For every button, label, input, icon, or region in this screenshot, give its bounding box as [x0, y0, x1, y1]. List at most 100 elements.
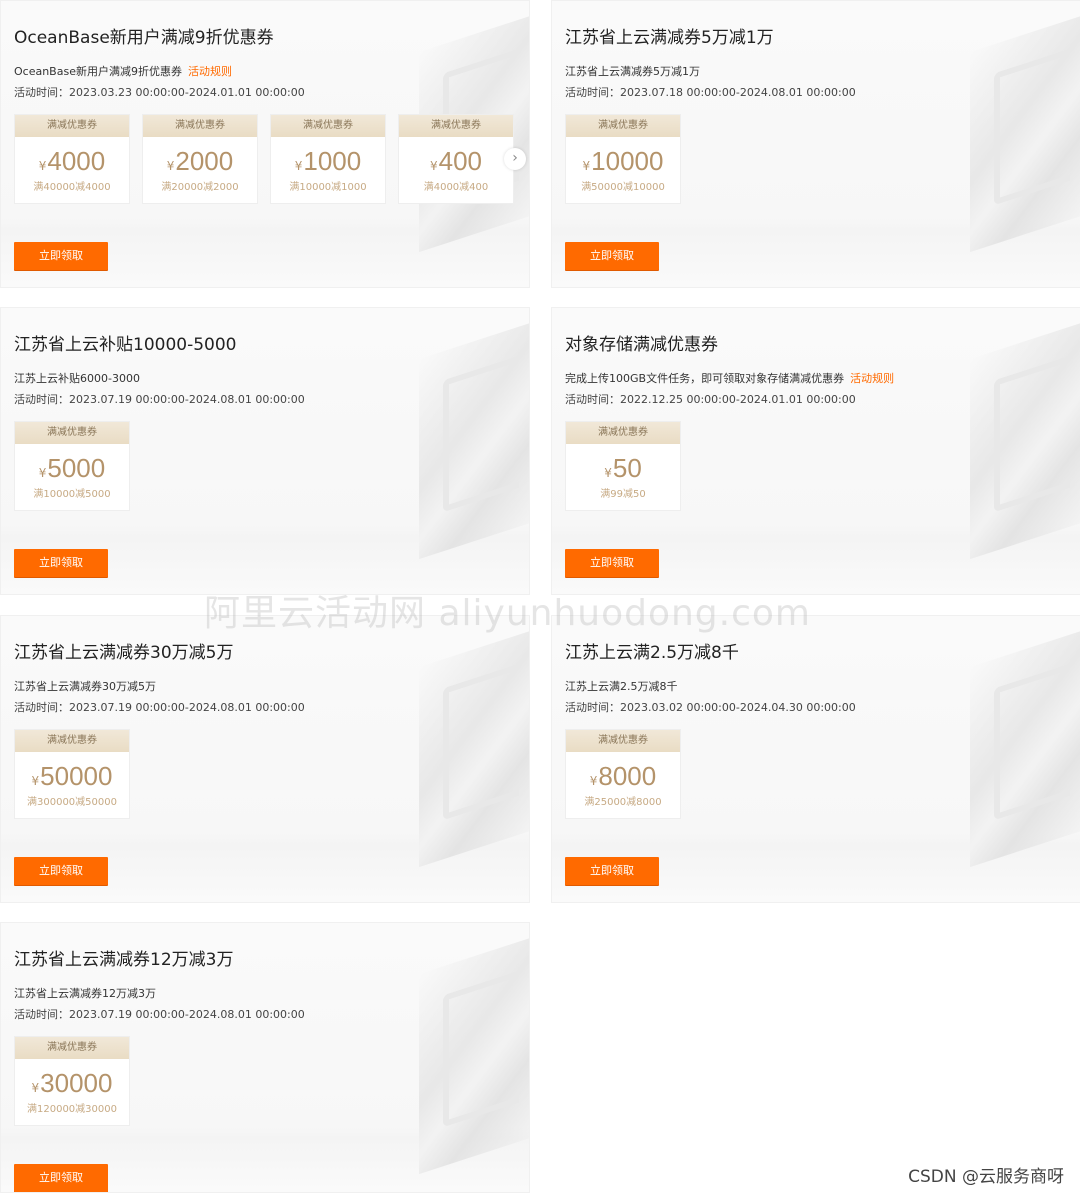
card-description: 完成上传100GB文件任务，即可领取对象存储满减优惠券 活动规则	[565, 370, 894, 386]
activity-period: 活动时间：2022.12.25 00:00:00-2024.01.01 00:0…	[565, 393, 856, 406]
coupon-item[interactable]: 满减优惠券 ¥2000 满20000减2000	[142, 114, 258, 204]
claim-button[interactable]: 立即领取	[565, 242, 659, 270]
activity-period: 活动时间：2023.07.18 00:00:00-2024.08.01 00:0…	[565, 86, 856, 99]
coupon-type-label: 满减优惠券	[566, 422, 680, 444]
coupon-amount: ¥30000	[15, 1068, 129, 1098]
coupon-amount: ¥2000	[143, 146, 257, 176]
coupon-amount-value: 8000	[598, 761, 657, 791]
coupon-card: OceanBase新用户满减9折优惠券 OceanBase新用户满减9折优惠券 活动…	[0, 0, 530, 288]
coupon-type-label: 满减优惠券	[15, 1037, 129, 1059]
coupon-amount-value: 1000	[303, 146, 362, 176]
coupon-type-label: 满减优惠券	[15, 115, 129, 137]
coupon-card: 江苏省上云满减券5万减1万 江苏省上云满减券5万减1万 活动时间：2023.07.1…	[551, 0, 1080, 288]
coupon-amount: ¥8000	[566, 761, 680, 791]
watermark-text: 阿里云活动网 aliyunhuodong.com	[204, 593, 811, 634]
claim-button[interactable]: 立即领取	[565, 857, 659, 885]
chevron-right-icon[interactable]: ›	[504, 148, 526, 170]
coupon-card: 江苏省上云满减券12万减3万 江苏省上云满减券12万减3万 活动时间：2023.07…	[0, 922, 530, 1193]
claim-button[interactable]: 立即领取	[14, 242, 108, 270]
activity-rules-link[interactable]: 活动规则	[188, 65, 232, 78]
currency-symbol: ¥	[31, 774, 40, 788]
coupon-item[interactable]: 满减优惠券 ¥10000 满50000减10000	[565, 114, 681, 204]
coupon-condition: 满4000减400	[423, 182, 489, 193]
currency-symbol: ¥	[429, 159, 438, 173]
decorative-graphic	[443, 355, 519, 513]
coupon-type-label: 满减优惠券	[399, 115, 513, 137]
coupon-condition: 满20000减2000	[161, 182, 239, 193]
activity-rules-link[interactable]: 活动规则	[850, 372, 894, 385]
coupon-item[interactable]: 满减优惠券 ¥50000 满300000减50000	[14, 729, 130, 819]
coupon-amount-value: 10000	[591, 146, 664, 176]
coupon-amount-value: 50000	[40, 761, 113, 791]
currency-symbol: ¥	[166, 159, 175, 173]
coupon-amount-value: 5000	[47, 453, 106, 483]
coupon-amount: ¥1000	[271, 146, 385, 176]
description-text: 江苏省上云满减券5万减1万	[565, 65, 700, 78]
coupon-type-label: 满减优惠券	[566, 730, 680, 752]
card-description: 江苏省上云满减券30万减5万	[14, 678, 156, 694]
coupon-amount: ¥5000	[15, 453, 129, 483]
coupon-item[interactable]: 满减优惠券 ¥400 满4000减400	[398, 114, 514, 204]
card-title: OceanBase新用户满减9折优惠券	[14, 28, 274, 48]
currency-symbol: ¥	[38, 159, 47, 173]
coupon-amount: ¥400	[399, 146, 513, 176]
claim-button[interactable]: 立即领取	[14, 1164, 108, 1192]
activity-period: 活动时间：2023.03.02 00:00:00-2024.04.30 00:0…	[565, 701, 856, 714]
csdn-credit: CSDN @云服务商呀	[908, 1167, 1064, 1187]
currency-symbol: ¥	[604, 466, 612, 480]
activity-period: 活动时间：2023.07.19 00:00:00-2024.08.01 00:0…	[14, 1008, 305, 1021]
card-title: 江苏省上云补贴10000-5000	[14, 335, 237, 355]
coupon-item[interactable]: 满减优惠券 ¥30000 满120000减30000	[14, 1036, 130, 1126]
coupon-condition: 满10000减1000	[289, 182, 367, 193]
coupon-amount: ¥50000	[15, 761, 129, 791]
decorative-graphic	[994, 48, 1070, 206]
coupon-amount-value: 50	[612, 453, 642, 483]
coupon-condition: 满120000减30000	[27, 1104, 117, 1115]
coupon-item[interactable]: 满减优惠券 ¥50 满99减50	[565, 421, 681, 511]
coupon-condition: 满10000减5000	[33, 489, 111, 500]
card-title: 江苏省上云满减券30万减5万	[14, 643, 234, 663]
card-description: 江苏省上云满减券12万减3万	[14, 985, 156, 1001]
coupon-condition: 满300000减50000	[27, 797, 117, 808]
coupon-amount-value: 4000	[47, 146, 106, 176]
decorative-graphic	[443, 970, 519, 1128]
coupon-item[interactable]: 满减优惠券 ¥4000 满40000减4000	[14, 114, 130, 204]
description-text: OceanBase新用户满减9折优惠券	[14, 65, 182, 78]
coupon-condition: 满25000减8000	[584, 797, 662, 808]
coupon-amount: ¥10000	[566, 146, 680, 176]
description-text: 江苏上云补贴6000-3000	[14, 372, 140, 385]
coupon-condition: 满40000减4000	[33, 182, 111, 193]
activity-period: 活动时间：2023.03.23 00:00:00-2024.01.01 00:0…	[14, 86, 305, 99]
coupon-amount-value: 400	[438, 146, 483, 176]
claim-button[interactable]: 立即领取	[14, 857, 108, 885]
claim-button[interactable]: 立即领取	[565, 549, 659, 577]
currency-symbol: ¥	[294, 159, 303, 173]
coupon-item[interactable]: 满减优惠券 ¥5000 满10000减5000	[14, 421, 130, 511]
card-description: 江苏省上云满减券5万减1万	[565, 63, 700, 79]
activity-period: 活动时间：2023.07.19 00:00:00-2024.08.01 00:0…	[14, 393, 305, 406]
activity-period: 活动时间：2023.07.19 00:00:00-2024.08.01 00:0…	[14, 701, 305, 714]
coupon-card: 江苏省上云满减券30万减5万 江苏省上云满减券30万减5万 活动时间：2023.07…	[0, 615, 530, 903]
card-description: 江苏上云补贴6000-3000	[14, 370, 140, 386]
card-description: 江苏上云满2.5万减8千	[565, 678, 678, 694]
card-title: 江苏上云满2.5万减8千	[565, 643, 739, 663]
claim-button[interactable]: 立即领取	[14, 549, 108, 577]
card-title: 对象存储满减优惠券	[565, 335, 718, 355]
coupon-condition: 满50000减10000	[581, 182, 665, 193]
coupon-condition: 满99减50	[600, 489, 646, 500]
coupon-card: 江苏上云满2.5万减8千 江苏上云满2.5万减8千 活动时间：2023.03.02 …	[551, 615, 1080, 903]
card-title: 江苏省上云满减券12万减3万	[14, 950, 234, 970]
coupon-amount-value: 30000	[40, 1068, 113, 1098]
coupon-amount: ¥4000	[15, 146, 129, 176]
decorative-graphic	[443, 663, 519, 821]
description-text: 江苏省上云满减券12万减3万	[14, 987, 156, 1000]
coupon-item[interactable]: 满减优惠券 ¥1000 满10000减1000	[270, 114, 386, 204]
coupon-card: 对象存储满减优惠券完成上传100GB文件任务，即可领取对象存储满减优惠券 活动规则…	[551, 307, 1080, 595]
coupon-amount: ¥50	[566, 453, 680, 483]
coupon-item[interactable]: 满减优惠券 ¥8000 满25000减8000	[565, 729, 681, 819]
coupon-type-label: 满减优惠券	[566, 115, 680, 137]
card-title: 江苏省上云满减券5万减1万	[565, 28, 774, 48]
coupon-type-label: 满减优惠券	[271, 115, 385, 137]
currency-symbol: ¥	[31, 1081, 40, 1095]
currency-symbol: ¥	[38, 466, 47, 480]
